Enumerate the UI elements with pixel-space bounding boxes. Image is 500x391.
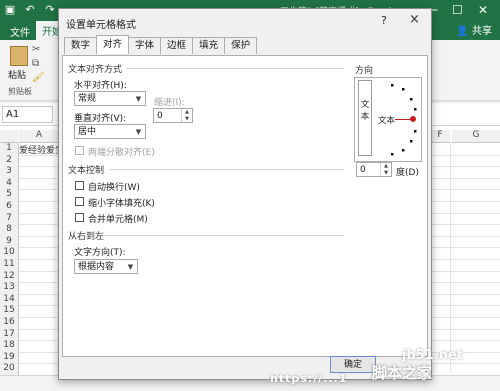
vertical-text-char: 本 <box>360 112 370 122</box>
text-alignment-section-title: 文本对齐方式 <box>68 65 123 75</box>
merge-cells-label: 合并单元格(M) <box>88 215 148 225</box>
indent-spinner[interactable]: 0 ▲ ▼ <box>153 108 193 123</box>
vertical-text-toggle[interactable]: 文 本 <box>358 80 372 156</box>
wrap-text-checkbox[interactable] <box>75 181 84 190</box>
shrink-to-fit-label: 缩小字体填充(K) <box>88 199 155 209</box>
tab-number[interactable]: 数字 <box>64 37 98 54</box>
dialog-title: 设置单元格格式 <box>66 20 136 31</box>
tab-protection[interactable]: 保护 <box>224 37 258 54</box>
vertical-align-label: 垂直对齐(V): <box>74 114 127 124</box>
spin-up-icon[interactable]: ▲ <box>181 109 192 115</box>
justify-distributed-checkbox[interactable] <box>75 146 84 155</box>
dial-text: 文本 <box>378 116 396 126</box>
watermark-site: jb51.net <box>402 348 464 363</box>
ok-button[interactable]: 确定 <box>330 356 376 373</box>
help-icon[interactable]: ? <box>381 14 387 27</box>
horizontal-align-value: 常规 <box>78 94 97 104</box>
section-divider <box>110 169 344 170</box>
justify-distributed-label: 两端分散对齐(E) <box>88 148 155 158</box>
chevron-down-icon: ▼ <box>135 128 142 136</box>
rtl-section-title: 从右到左 <box>68 232 105 242</box>
degrees-value: 0 <box>360 165 366 175</box>
section-divider <box>104 235 344 236</box>
merge-cells-checkbox[interactable] <box>75 213 84 222</box>
watermark-url: https://...1 <box>270 372 348 385</box>
section-divider <box>126 68 344 69</box>
spin-down-icon[interactable]: ▼ <box>181 116 192 122</box>
dial-knob[interactable] <box>410 116 416 122</box>
indent-value: 0 <box>157 111 163 121</box>
degrees-spinner[interactable]: 0 ▲ ▼ <box>356 162 392 177</box>
degrees-label: 度(D) <box>396 168 419 178</box>
horizontal-align-label: 水平对齐(H): <box>74 81 127 91</box>
chevron-down-icon: ▼ <box>135 95 142 103</box>
vertical-text-char: 文 <box>360 100 370 110</box>
close-icon[interactable]: × <box>409 12 420 27</box>
text-direction-label: 文字方向(T): <box>74 248 126 258</box>
vertical-align-select[interactable]: 居中 ▼ <box>74 124 146 139</box>
spin-down-icon[interactable]: ▼ <box>380 170 391 176</box>
orientation-section-title: 方向 <box>355 66 374 76</box>
tab-border[interactable]: 边框 <box>160 37 194 54</box>
wrap-text-label: 自动换行(W) <box>88 183 140 193</box>
watermark-brand: 脚本之家 <box>372 364 433 382</box>
text-direction-value: 根据内容 <box>78 262 115 272</box>
spin-up-icon[interactable]: ▲ <box>380 163 391 169</box>
tab-alignment[interactable]: 对齐 <box>96 35 130 54</box>
vertical-align-value: 居中 <box>78 127 97 137</box>
shrink-to-fit-checkbox[interactable] <box>75 197 84 206</box>
text-direction-select[interactable]: 根据内容 ▼ <box>74 259 138 274</box>
tab-fill[interactable]: 填充 <box>192 37 226 54</box>
chevron-down-icon: ▼ <box>127 263 134 271</box>
tab-font[interactable]: 字体 <box>128 37 162 54</box>
text-control-section-title: 文本控制 <box>68 166 105 176</box>
horizontal-align-select[interactable]: 常规 ▼ <box>74 91 146 106</box>
dialog-tabs: 数字 对齐 字体 边框 填充 保护 <box>64 35 258 55</box>
indent-label: 缩进(I): <box>154 98 185 108</box>
